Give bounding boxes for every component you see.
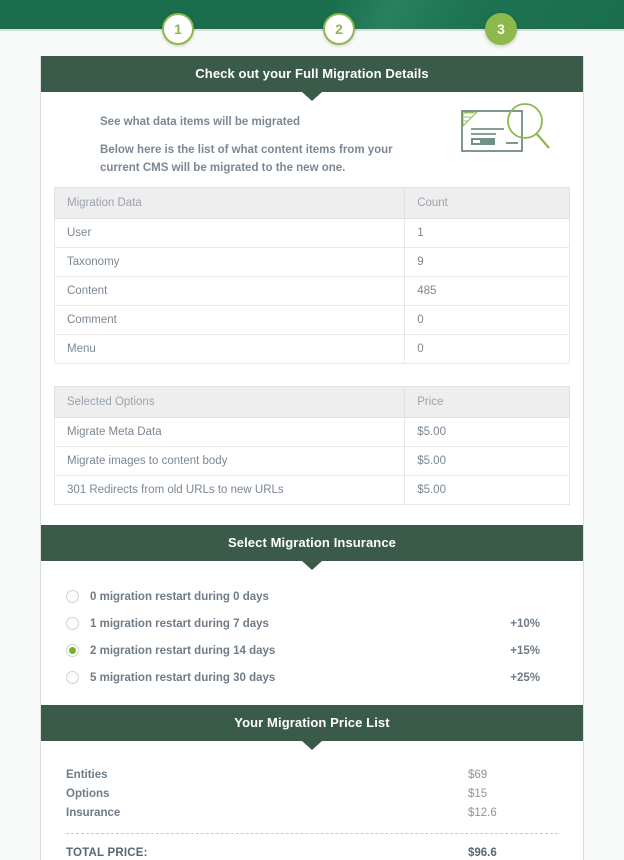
table-header-row: Selected Options Price (53, 386, 570, 419)
price-label: Insurance (66, 806, 121, 819)
insurance-option-label: 0 migration restart during 0 days (90, 590, 269, 603)
step-number-3: 3 (497, 21, 505, 37)
total-price-label: TOTAL PRICE: (66, 846, 148, 859)
section-header-insurance: Select Migration Insurance (41, 525, 583, 571)
table-header-row: Migration Data Count (53, 187, 570, 220)
document-search-icon (460, 100, 552, 156)
total-price-row: TOTAL PRICE: $96.6 (54, 834, 570, 860)
radio-icon[interactable] (66, 590, 79, 604)
section-body-insurance: 0 migration restart during 0 days 1 migr… (41, 561, 583, 706)
price-row-insurance: Insurance $12.6 (66, 803, 558, 822)
section-notch-insurance (302, 561, 322, 571)
section-title-insurance: Select Migration Insurance (227, 535, 397, 551)
insurance-option-2[interactable]: 2 migration restart during 14 days +15% (66, 637, 570, 664)
intro-description: Below here is the list of what content i… (100, 143, 393, 174)
section-header-price-list: Your Migration Price List (41, 705, 583, 751)
section-notch-price-list (302, 741, 322, 751)
section-body-details: See what data items will be migrated Bel… (41, 92, 583, 526)
intro-block: See what data items will be migrated Bel… (54, 92, 570, 187)
insurance-option-1[interactable]: 1 migration restart during 7 days +10% (66, 610, 570, 637)
cell-count: 0 (404, 305, 570, 336)
column-header-migration-data: Migration Data (53, 187, 406, 220)
section-body-price-list: Entities $69 Options $15 Insurance $12.6… (41, 741, 583, 860)
insurance-option-0[interactable]: 0 migration restart during 0 days (66, 583, 570, 610)
cell-price: $5.00 (404, 475, 570, 506)
step-indicator-1[interactable]: 1 (162, 13, 194, 45)
cell-count: 9 (404, 247, 570, 278)
section-title-details: Check out your Full Migration Details (195, 66, 429, 81)
cell-name: User (53, 218, 406, 249)
price-list: Entities $69 Options $15 Insurance $12.6… (54, 741, 570, 860)
price-label: Options (66, 787, 110, 800)
column-header-price: Price (404, 386, 570, 419)
radio-icon[interactable] (66, 617, 79, 631)
step-number-2: 2 (335, 21, 343, 37)
step-indicator-2[interactable]: 2 (323, 13, 355, 45)
table-row: Content 485 (53, 276, 570, 307)
step-indicator-3[interactable]: 3 (485, 13, 517, 45)
table-row: Taxonomy 9 (53, 247, 570, 278)
price-value: $12.6 (468, 806, 497, 819)
section-title-price-list: Your Migration Price List (234, 715, 390, 731)
table-row: 301 Redirects from old URLs to new URLs … (53, 475, 570, 506)
table-spacer (54, 370, 570, 386)
step-progress-bar: 1 2 3 (0, 0, 624, 58)
radio-icon[interactable] (66, 671, 79, 685)
cell-count: 485 (404, 276, 570, 307)
insurance-option-percent: +25% (510, 671, 540, 684)
cell-option: 301 Redirects from old URLs to new URLs (53, 475, 406, 506)
table-row: Migrate Meta Data $5.00 (53, 417, 570, 448)
column-header-count: Count (404, 187, 570, 220)
cell-price: $5.00 (404, 417, 570, 448)
insurance-option-3[interactable]: 5 migration restart during 30 days +25% (66, 664, 570, 691)
insurance-option-label: 5 migration restart during 30 days (90, 671, 276, 684)
cell-name: Comment (53, 305, 406, 336)
cell-price: $5.00 (404, 446, 570, 477)
insurance-option-percent: +15% (510, 644, 540, 657)
insurance-options-list: 0 migration restart during 0 days 1 migr… (54, 561, 570, 705)
table-row: Menu 0 (53, 334, 570, 365)
table-row: Migrate images to content body $5.00 (53, 446, 570, 477)
insurance-option-percent: +10% (510, 617, 540, 630)
table-row: User 1 (53, 218, 570, 249)
price-row-options: Options $15 (66, 784, 558, 803)
step-number-1: 1 (174, 21, 182, 37)
price-value: $15 (468, 787, 488, 800)
insurance-option-label: 2 migration restart during 14 days (90, 644, 276, 657)
migration-card: Check out your Full Migration Details Se… (40, 56, 584, 860)
cell-name: Taxonomy (53, 247, 406, 278)
price-row-entities: Entities $69 (66, 765, 558, 784)
intro-lead: See what data items will be migrated (100, 116, 301, 128)
cell-option: Migrate Meta Data (53, 417, 406, 448)
migration-data-table: Migration Data Count User 1 Taxonomy 9 C… (53, 187, 570, 365)
table-row: Comment 0 (53, 305, 570, 336)
section-header-details: Check out your Full Migration Details (41, 56, 583, 101)
price-label: Entities (66, 768, 108, 781)
cell-count: 1 (404, 218, 570, 249)
selected-options-table: Selected Options Price Migrate Meta Data… (53, 386, 570, 506)
price-value: $69 (468, 768, 488, 781)
price-rows: Entities $69 Options $15 Insurance $12.6 (54, 765, 570, 822)
insurance-option-label: 1 migration restart during 7 days (90, 617, 269, 630)
radio-icon-selected[interactable] (66, 644, 79, 658)
cell-name: Menu (53, 334, 406, 365)
cell-count: 0 (404, 334, 570, 365)
migration-wizard-page: 1 2 3 Check out your Full Migration Deta… (0, 0, 624, 860)
cell-option: Migrate images to content body (53, 446, 406, 477)
column-header-selected-options: Selected Options (53, 386, 406, 419)
total-price-value: $96.6 (468, 846, 497, 859)
cell-name: Content (53, 276, 406, 307)
